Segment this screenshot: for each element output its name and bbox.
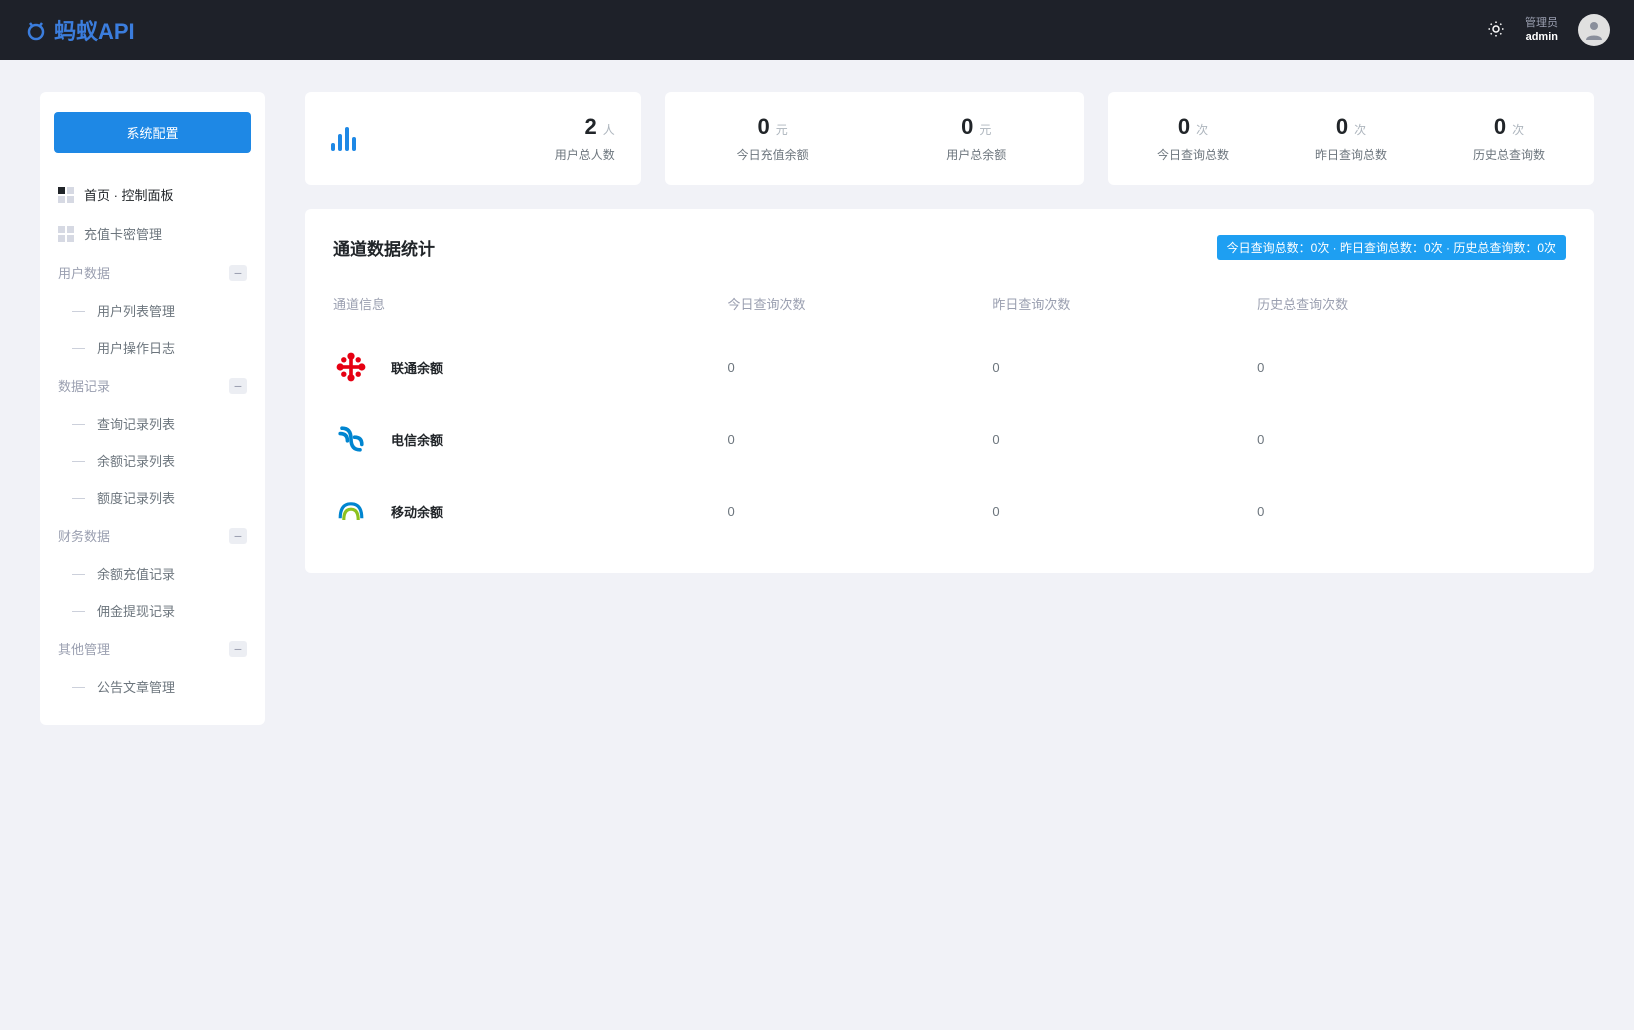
nav-recharge-card[interactable]: 充值卡密管理 [54,214,251,253]
unicom-logo-icon [333,349,369,385]
grid-icon [58,226,74,242]
channel-name: 联通余额 [391,358,443,377]
app-header: 蚂蚁API 管理员 admin [0,0,1634,60]
user-name: admin [1526,30,1558,44]
column-header: 历史总查询次数 [1257,284,1566,331]
logo-text: 蚂蚁API [54,14,135,46]
user-info[interactable]: 管理员 admin [1525,16,1558,45]
collapse-icon: − [229,265,247,281]
nav-query-record[interactable]: —查询记录列表 [54,405,251,442]
channel-stats-panel: 通道数据统计 今日查询总数：0次 · 昨日查询总数：0次 · 历史总查询数：0次… [305,209,1594,573]
column-header: 昨日查询次数 [992,284,1257,331]
telecom-logo-icon [333,421,369,457]
stat-label: 用户总人数 [555,146,615,163]
stat-card-users: 2人 用户总人数 [305,92,641,185]
main-content: 2人 用户总人数 0元 今日充值余额 0元 用户总余额 [305,92,1594,573]
channel-name: 移动余额 [391,502,443,521]
nav-commission-record[interactable]: —佣金提现记录 [54,592,251,629]
nav-group-finance[interactable]: 财务数据 − [54,516,251,555]
channel-name: 电信余额 [391,430,443,449]
stat-card-balance: 0元 今日充值余额 0元 用户总余额 [665,92,1084,185]
table-row: 移动余额 0 0 0 [333,475,1566,547]
panel-title: 通道数据统计 [333,235,435,260]
logo-icon [24,18,48,42]
logo[interactable]: 蚂蚁API [24,14,135,46]
sidebar: 系统配置 首页 · 控制面板 充值卡密管理 用户数据 − —用户列表管理 —用户… [40,92,265,725]
table-row: 联通余额 0 0 0 [333,331,1566,403]
nav-group-other[interactable]: 其他管理 − [54,629,251,668]
nav-quota-record[interactable]: —额度记录列表 [54,479,251,516]
user-role: 管理员 [1525,16,1558,30]
nav-balance-record[interactable]: —余额记录列表 [54,442,251,479]
nav-label: 首页 · 控制面板 [84,185,174,204]
collapse-icon: − [229,378,247,394]
nav-user-list[interactable]: —用户列表管理 [54,292,251,329]
channel-table: 通道信息 今日查询次数 昨日查询次数 历史总查询次数 [333,284,1566,547]
nav-dashboard[interactable]: 首页 · 控制面板 [54,175,251,214]
column-header: 今日查询次数 [728,284,993,331]
bar-chart-icon [331,127,356,151]
nav-group-data-record[interactable]: 数据记录 − [54,366,251,405]
mobile-logo-icon [333,493,369,529]
column-header: 通道信息 [333,284,728,331]
collapse-icon: − [229,528,247,544]
collapse-icon: − [229,641,247,657]
avatar[interactable] [1578,14,1610,46]
summary-badge: 今日查询总数：0次 · 昨日查询总数：0次 · 历史总查询数：0次 [1217,235,1566,260]
nav-user-log[interactable]: —用户操作日志 [54,329,251,366]
system-config-button[interactable]: 系统配置 [54,112,251,153]
table-row: 电信余额 0 0 0 [333,403,1566,475]
grid-icon [58,187,74,203]
stat-value: 2 [585,114,597,139]
theme-toggle-icon[interactable] [1487,20,1505,41]
nav-group-user-data[interactable]: 用户数据 − [54,253,251,292]
stat-card-queries: 0次 今日查询总数 0次 昨日查询总数 0次 历史总查询数 [1108,92,1594,185]
nav-label: 充值卡密管理 [84,224,162,243]
nav-announcement[interactable]: —公告文章管理 [54,668,251,705]
nav-recharge-record[interactable]: —余额充值记录 [54,555,251,592]
